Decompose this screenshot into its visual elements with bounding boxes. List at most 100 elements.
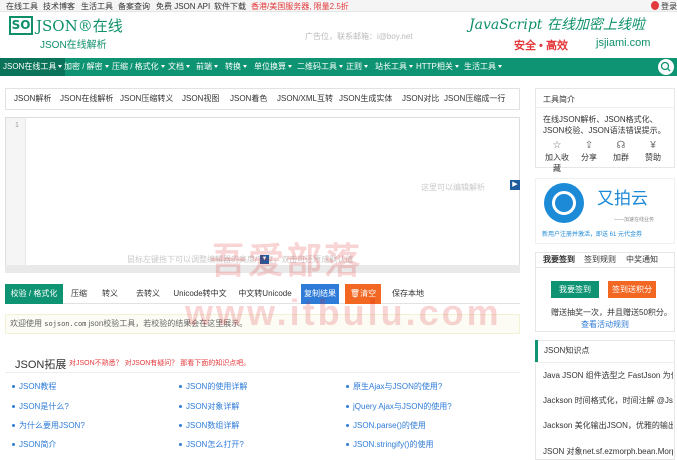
chevron-down-icon [214,65,218,69]
sign-bonus-button[interactable]: 签到送积分 [608,281,656,298]
watermark-url: www.itbulu.com [185,292,502,333]
top-link-icp[interactable]: 备案查询 [118,1,150,12]
tab-json-color[interactable]: JSON着色 [230,89,267,109]
tool-intro-text: 在线JSON解析、JSON格式化、JSON校验、JSON语法错误提示。 [543,115,666,135]
nav-item-life[interactable]: 生活工具 [461,58,505,76]
favorite-button[interactable]: ☆ 加入收藏 [542,140,572,174]
tab-json-view[interactable]: JSON视图 [182,89,219,109]
nav-item-encrypt[interactable]: 加密 / 解密 [61,58,112,76]
search-button[interactable] [658,59,674,75]
extension-subtitle[interactable]: 对JSON不熟悉？ 对JSON有疑问？ 那看下面的知识点吧。 [69,358,250,368]
bullet-icon [179,443,182,447]
chevron-down-icon [364,65,368,69]
search-icon [660,61,671,72]
knowledge-item[interactable]: JSON 对象net.sf.ezmorph.bean.Morph [543,446,673,457]
nav-item-webmaster[interactable]: 站长工具 [372,58,416,76]
chevron-down-icon [288,65,292,69]
top-link-json-api[interactable]: 免费 JSON API [156,1,210,12]
bullet-icon [346,443,349,447]
tab-json-compress-escape[interactable]: JSON压缩转义 [120,89,173,109]
share-icon: ⇪ [584,140,594,151]
knowledge-item[interactable]: Jackson 时间格式化，时间注解 @Json [543,395,673,406]
extension-title: JSON拓展 [15,359,67,371]
knowledge-item[interactable]: Jackson 美化输出JSON，优雅的输出JS [543,420,673,431]
divider [5,372,520,373]
tab-sign-in[interactable]: 我要签到 [543,253,575,267]
ad-slogan: ——加速在线业务 [614,217,655,223]
top-link-life-tools[interactable]: 生活工具 [81,1,113,12]
chevron-down-icon [498,65,502,69]
knowledge-item[interactable]: Java JSON 组件选型之 FastJson 为什么 [543,370,673,381]
bullet-icon [179,385,182,389]
editor-tabs: JSON解析 JSON在线解析 JSON压缩转义 JSON视图 JSON着色 J… [5,88,520,110]
ext-link[interactable]: JSON数组详解 [179,420,239,431]
ext-link[interactable]: jQuery Ajax与JSON的使用? [346,401,452,412]
ad-subtext: 新用户注册并激活，即送 61 元代金券 [542,232,643,238]
ext-link[interactable]: JSON.parse()的使用 [346,420,426,431]
ext-link[interactable]: JSON是什么? [12,401,69,412]
escape-button[interactable]: 转义 [98,284,122,304]
logo-badge[interactable]: SO [9,16,33,35]
ext-link[interactable]: JSON.stringify()的使用 [346,439,433,450]
tab-json-entity[interactable]: JSON生成实体 [339,89,392,109]
tab-json-compare[interactable]: JSON对比 [402,89,439,109]
nav-item-frontend[interactable]: 前端 [193,58,221,76]
top-link-online-tools[interactable]: 在线工具 [6,1,38,12]
yen-icon: ¥ [650,140,656,151]
bullet-icon [12,385,15,389]
upyun-logo-ring [552,191,576,215]
ext-link[interactable]: 原生Ajax与JSON的使用? [346,381,442,392]
divider [535,362,675,363]
join-group-button[interactable]: ☊ 加群 [606,140,636,163]
ext-link[interactable]: 为什么要用JSON? [12,420,85,431]
nav-item-http[interactable]: HTTP相关 [413,58,462,76]
share-button[interactable]: ⇪ 分享 [574,140,604,163]
promo-site[interactable]: jsjiami.com [596,37,650,49]
bullet-icon [12,424,15,428]
line-number: 1 [15,122,19,129]
promo-title[interactable]: JavaScript 在线加密上线啦 [469,14,645,34]
sponsor-button[interactable]: ¥ 赞助 [638,140,668,163]
top-link-download[interactable]: 软件下载 [214,1,246,12]
tab-json-one-line[interactable]: JSON压缩成一行 [444,89,516,109]
ext-link[interactable]: JSON简介 [12,439,56,450]
user-icon[interactable] [651,1,659,10]
ext-link[interactable]: JSON怎么打开? [179,439,244,450]
chevron-down-icon [454,65,459,69]
login-link[interactable]: 登录 [661,1,677,12]
notice-site: sojson.com [44,320,87,328]
tab-json-online-parse[interactable]: JSON在线解析 [60,89,113,109]
compress-button[interactable]: 压缩 [65,284,93,304]
sign-in-button[interactable]: 我要签到 [551,281,599,298]
nav-item-json-tools[interactable]: JSON在线工具 [0,58,66,76]
top-promo-link[interactable]: 香港/美国服务器, 限量2.5折 [251,1,349,12]
nav-item-regex[interactable]: 正则 [343,58,371,76]
ext-link[interactable]: JSON对象详解 [179,401,239,412]
validate-format-button[interactable]: 校验 / 格式化 [5,284,63,304]
top-link-blog[interactable]: 技术博客 [43,1,75,12]
nav-item-convert[interactable]: 转换 [222,58,250,76]
tab-json-xml[interactable]: JSON/XML互转 [277,89,333,109]
bullet-icon [12,443,15,447]
nav-item-units[interactable]: 单位换算 [251,58,295,76]
top-bar: 在线工具 技术博客 生活工具 备案查询 免费 JSON API 软件下载 香港/… [0,0,677,12]
ad-brand: 又拍云 [597,189,648,208]
nav-item-qrcode[interactable]: 二维码工具 [294,58,346,76]
knowledge-title: JSON知识点 [535,340,675,362]
unescape-button[interactable]: 去转义 [132,284,164,304]
ad-placeholder[interactable]: 广告位，联系邮箱：i@boy.net [305,31,413,42]
chevron-down-icon [186,65,190,69]
tab-json-parse[interactable]: JSON解析 [14,89,51,109]
notice-prefix: 欢迎使用 [10,319,42,328]
ext-link[interactable]: JSON教程 [12,381,56,392]
nav-item-compress[interactable]: 压缩 / 格式化 [109,58,168,76]
sign-description: 赠送抽奖一次，并且赠送50积分。 [551,308,672,317]
main-nav: JSON在线工具 加密 / 解密 压缩 / 格式化 文档 前端 转换 单位换算 … [0,58,677,76]
nav-item-docs[interactable]: 文档 [165,58,193,76]
expand-panel-button[interactable]: ▶ [510,180,520,190]
ext-link[interactable]: JSON的使用详解 [179,381,247,392]
view-rules-link[interactable]: 查看活动规则 [581,319,629,330]
tab-sign-rules[interactable]: 签到规则 [584,253,616,267]
logo-title[interactable]: JSON®在线 [36,15,123,36]
tab-winner-notice[interactable]: 中奖通知 [626,253,658,267]
